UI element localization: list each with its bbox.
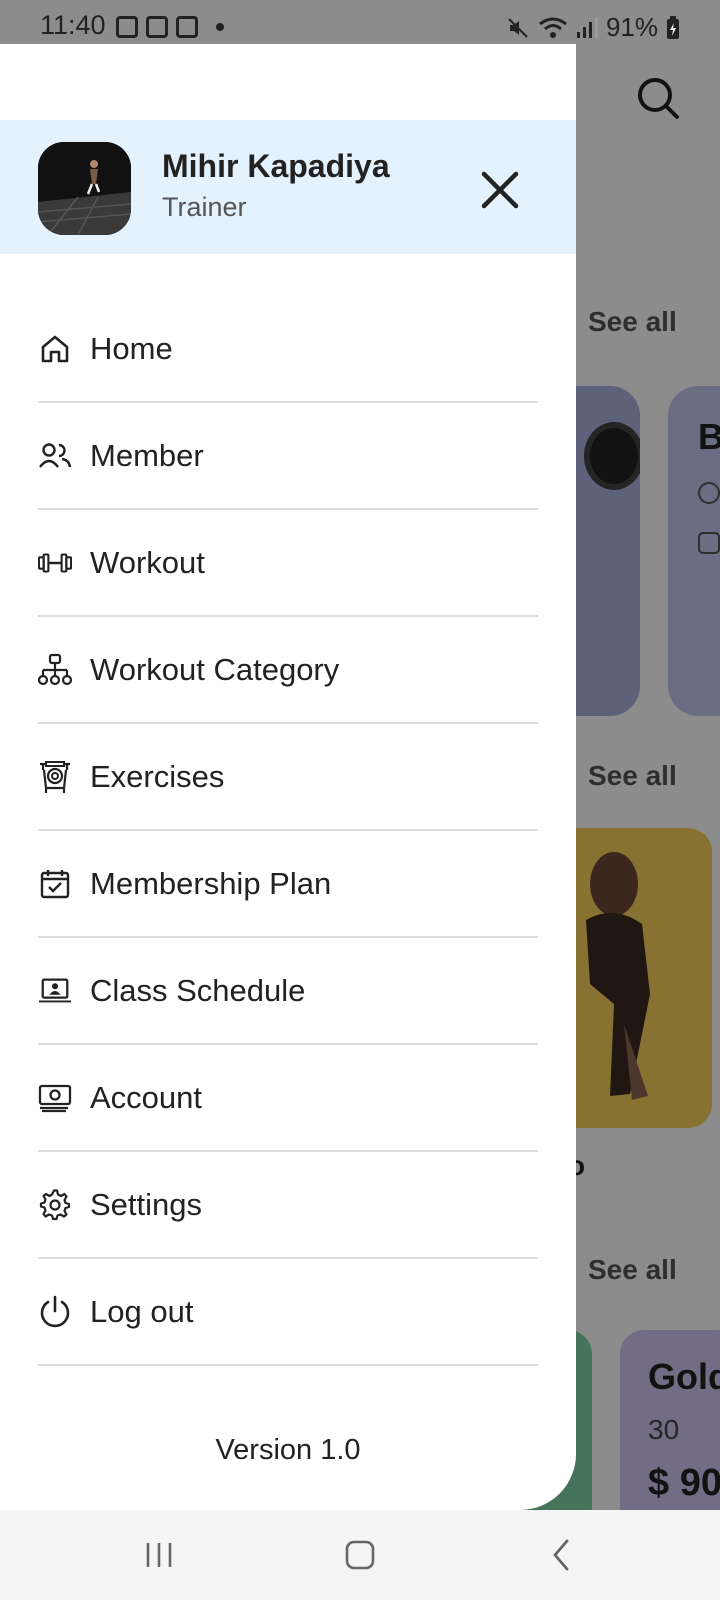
menu-label: Membership Plan [90, 865, 332, 901]
weight-machine-icon [38, 760, 72, 794]
battery-charging-icon [667, 15, 679, 39]
dumbbell-icon [38, 546, 72, 580]
profile-role: Trainer [162, 192, 247, 222]
more-notifications-dot [216, 23, 224, 31]
clipboard-icon [176, 16, 198, 38]
menu-label: Home [90, 330, 173, 366]
menu-label: Exercises [90, 758, 225, 794]
app-notification-icon [146, 16, 168, 38]
menu-item-member[interactable]: Member [38, 403, 538, 510]
menu-label: Workout [90, 544, 205, 580]
app-version: Version 1.0 [215, 1434, 361, 1466]
menu-item-class-schedule[interactable]: Class Schedule [38, 938, 538, 1045]
drawer-menu: Home Member Workout Workout Category Exe… [38, 296, 538, 1366]
calendar-check-icon [38, 867, 72, 901]
menu-item-exercises[interactable]: Exercises [38, 724, 538, 831]
members-icon [38, 439, 72, 473]
mute-icon [508, 17, 528, 38]
gallery-icon [116, 16, 138, 38]
navigation-drawer: Mihir Kapadiya Trainer Home Member Worko… [0, 44, 576, 1510]
menu-label: Workout Category [90, 651, 340, 687]
menu-item-log-out[interactable]: Log out [38, 1259, 538, 1366]
power-icon [38, 1295, 72, 1329]
menu-item-membership-plan[interactable]: Membership Plan [38, 831, 538, 938]
profile-header: Mihir Kapadiya Trainer [0, 120, 576, 254]
signal-icon [576, 16, 598, 38]
home-icon [38, 332, 72, 366]
menu-item-workout-category[interactable]: Workout Category [38, 617, 538, 724]
system-status-icons: 91% [506, 12, 680, 43]
status-time: 11:40 [40, 10, 106, 40]
close-drawer-button[interactable] [474, 164, 526, 216]
home-button[interactable] [337, 1532, 383, 1578]
close-icon [481, 171, 519, 209]
home-nav-icon [345, 1540, 375, 1570]
menu-item-home[interactable]: Home [38, 296, 538, 403]
back-button[interactable] [539, 1532, 585, 1578]
menu-label: Member [90, 437, 204, 473]
recent-apps-icon [146, 1543, 172, 1567]
wifi-icon [539, 17, 567, 38]
recent-apps-button[interactable] [136, 1532, 182, 1578]
hierarchy-icon [38, 653, 72, 687]
notification-icons [116, 16, 224, 38]
menu-item-settings[interactable]: Settings [38, 1152, 538, 1259]
menu-label: Settings [90, 1186, 203, 1222]
menu-label: Log out [90, 1293, 194, 1329]
menu-label: Account [90, 1079, 203, 1115]
profile-name: Mihir Kapadiya [162, 148, 390, 184]
gear-icon [38, 1188, 72, 1222]
back-icon [553, 1539, 569, 1571]
system-navigation-bar [0, 1510, 720, 1600]
battery-percent: 91% [605, 12, 658, 42]
cash-icon [38, 1081, 72, 1115]
laptop-user-icon [38, 974, 72, 1008]
menu-item-account[interactable]: Account [38, 1045, 538, 1152]
menu-label: Class Schedule [90, 972, 306, 1008]
avatar[interactable] [38, 142, 131, 235]
menu-item-workout[interactable]: Workout [38, 510, 538, 617]
